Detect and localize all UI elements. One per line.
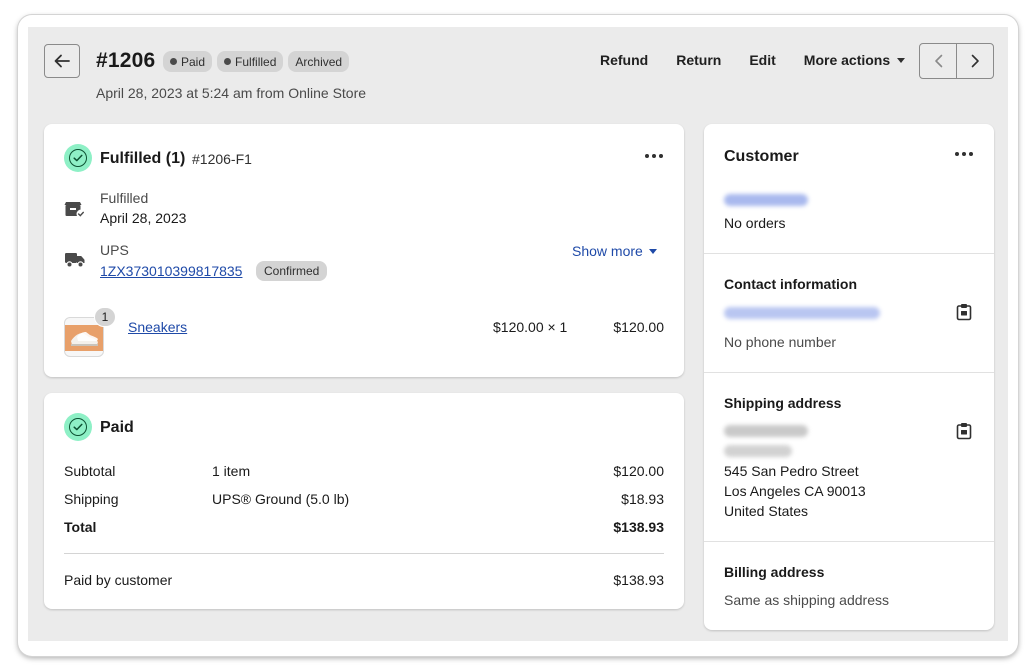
shipping-address-section: Shipping address 545 San Pedro Street Lo…	[704, 372, 994, 542]
shipping-amount: $18.93	[621, 491, 664, 507]
shipping-address-title: Shipping address	[724, 395, 842, 411]
order-badges: Paid Fulfilled Archived	[163, 51, 350, 72]
show-more-button[interactable]: Show more	[572, 243, 657, 259]
shipping-label: Shipping	[64, 491, 119, 507]
previous-order-button[interactable]	[920, 44, 956, 78]
back-button[interactable]	[44, 44, 80, 78]
subtotal-detail: 1 item	[212, 463, 251, 479]
fulfillment-more-button[interactable]	[645, 154, 663, 158]
check-circle-icon	[64, 413, 92, 441]
window-frame: #1206 Paid Fulfilled Archived April 28, …	[18, 15, 1018, 656]
customer-name-redacted[interactable]	[724, 194, 808, 206]
payment-card: Paid Subtotal 1 item $120.00 Shipping UP…	[44, 393, 684, 609]
arrow-left-icon	[54, 54, 70, 68]
line-total: $120.00	[613, 319, 664, 335]
billing-address-text: Same as shipping address	[724, 592, 889, 608]
order-subtitle: April 28, 2023 at 5:24 am from Online St…	[96, 85, 367, 101]
shipping-line2: Los Angeles CA 90013	[724, 483, 866, 499]
order-page: #1206 Paid Fulfilled Archived April 28, …	[28, 27, 1008, 641]
badge-label: Archived	[295, 54, 343, 69]
total-amount: $138.93	[613, 519, 664, 535]
customer-more-button[interactable]	[955, 152, 973, 156]
clipboard-icon[interactable]	[956, 303, 972, 321]
contact-section: Contact information No phone number	[704, 253, 994, 373]
shipping-line1: 545 San Pedro Street	[724, 463, 859, 479]
fulfillment-status-label: Fulfilled	[100, 190, 149, 206]
shipping-line3: United States	[724, 503, 809, 519]
shipping-detail: UPS® Ground (5.0 lb)	[212, 491, 350, 507]
edit-button[interactable]: Edit	[735, 52, 789, 68]
customer-title: Customer	[724, 148, 799, 165]
customer-orders: No orders	[724, 215, 786, 231]
status-dot-icon	[170, 58, 177, 65]
check-circle-icon	[64, 144, 92, 172]
customer-card: Customer No orders Contact information N…	[704, 124, 994, 630]
clipboard-icon[interactable]	[956, 422, 972, 440]
subtotal-amount: $120.00	[613, 463, 664, 479]
header-actions: Refund Return Edit More actions	[586, 52, 919, 68]
order-pager	[919, 43, 994, 79]
quantity-badge: 1	[94, 307, 116, 327]
fulfilled-badge: Fulfilled	[217, 51, 284, 72]
payment-title: Paid	[100, 419, 134, 436]
fulfillment-title: Fulfilled (1)	[100, 150, 186, 167]
fulfillment-card: Fulfilled (1) #1206-F1 Fulfilled April 2…	[44, 124, 684, 377]
billing-address-section: Billing address Same as shipping address	[704, 541, 994, 630]
return-button[interactable]: Return	[662, 52, 735, 68]
chevron-left-icon	[934, 54, 942, 68]
tracking-status-badge: Confirmed	[256, 261, 328, 281]
unit-price-quantity: $120.00 × 1	[493, 319, 568, 335]
caret-down-icon	[897, 57, 906, 63]
total-label: Total	[64, 519, 97, 535]
product-link[interactable]: Sneakers	[128, 319, 187, 335]
tracking-number-link[interactable]: 1ZX373010399817835	[100, 263, 242, 279]
truck-icon	[65, 253, 85, 268]
package-check-icon	[64, 202, 86, 219]
refund-button[interactable]: Refund	[586, 52, 662, 68]
archived-badge: Archived	[288, 51, 350, 72]
next-order-button[interactable]	[956, 44, 993, 78]
chevron-right-icon	[971, 54, 979, 68]
fulfillment-date: April 28, 2023	[100, 210, 187, 226]
more-actions-button[interactable]: More actions	[790, 52, 919, 68]
paid-by-amount: $138.93	[613, 572, 664, 588]
contact-email-redacted[interactable]	[724, 307, 880, 319]
contact-phone: No phone number	[724, 334, 837, 350]
contact-title: Contact information	[724, 276, 857, 292]
badge-label: Fulfilled	[235, 54, 277, 69]
order-number: #1206	[96, 49, 156, 72]
billing-address-title: Billing address	[724, 564, 825, 580]
carrier-name: UPS	[100, 242, 129, 258]
badge-label: Paid	[181, 54, 206, 69]
status-dot-icon	[224, 58, 232, 65]
shipping-company-redacted	[724, 445, 792, 457]
subtotal-label: Subtotal	[64, 463, 116, 479]
show-more-label: Show more	[572, 243, 643, 259]
paid-by-label: Paid by customer	[64, 572, 173, 588]
paid-badge: Paid	[163, 51, 213, 72]
fulfillment-id: #1206-F1	[192, 151, 252, 167]
caret-down-icon	[648, 248, 657, 254]
more-actions-label: More actions	[803, 52, 891, 68]
shipping-name-redacted	[724, 425, 808, 437]
divider	[64, 553, 664, 554]
